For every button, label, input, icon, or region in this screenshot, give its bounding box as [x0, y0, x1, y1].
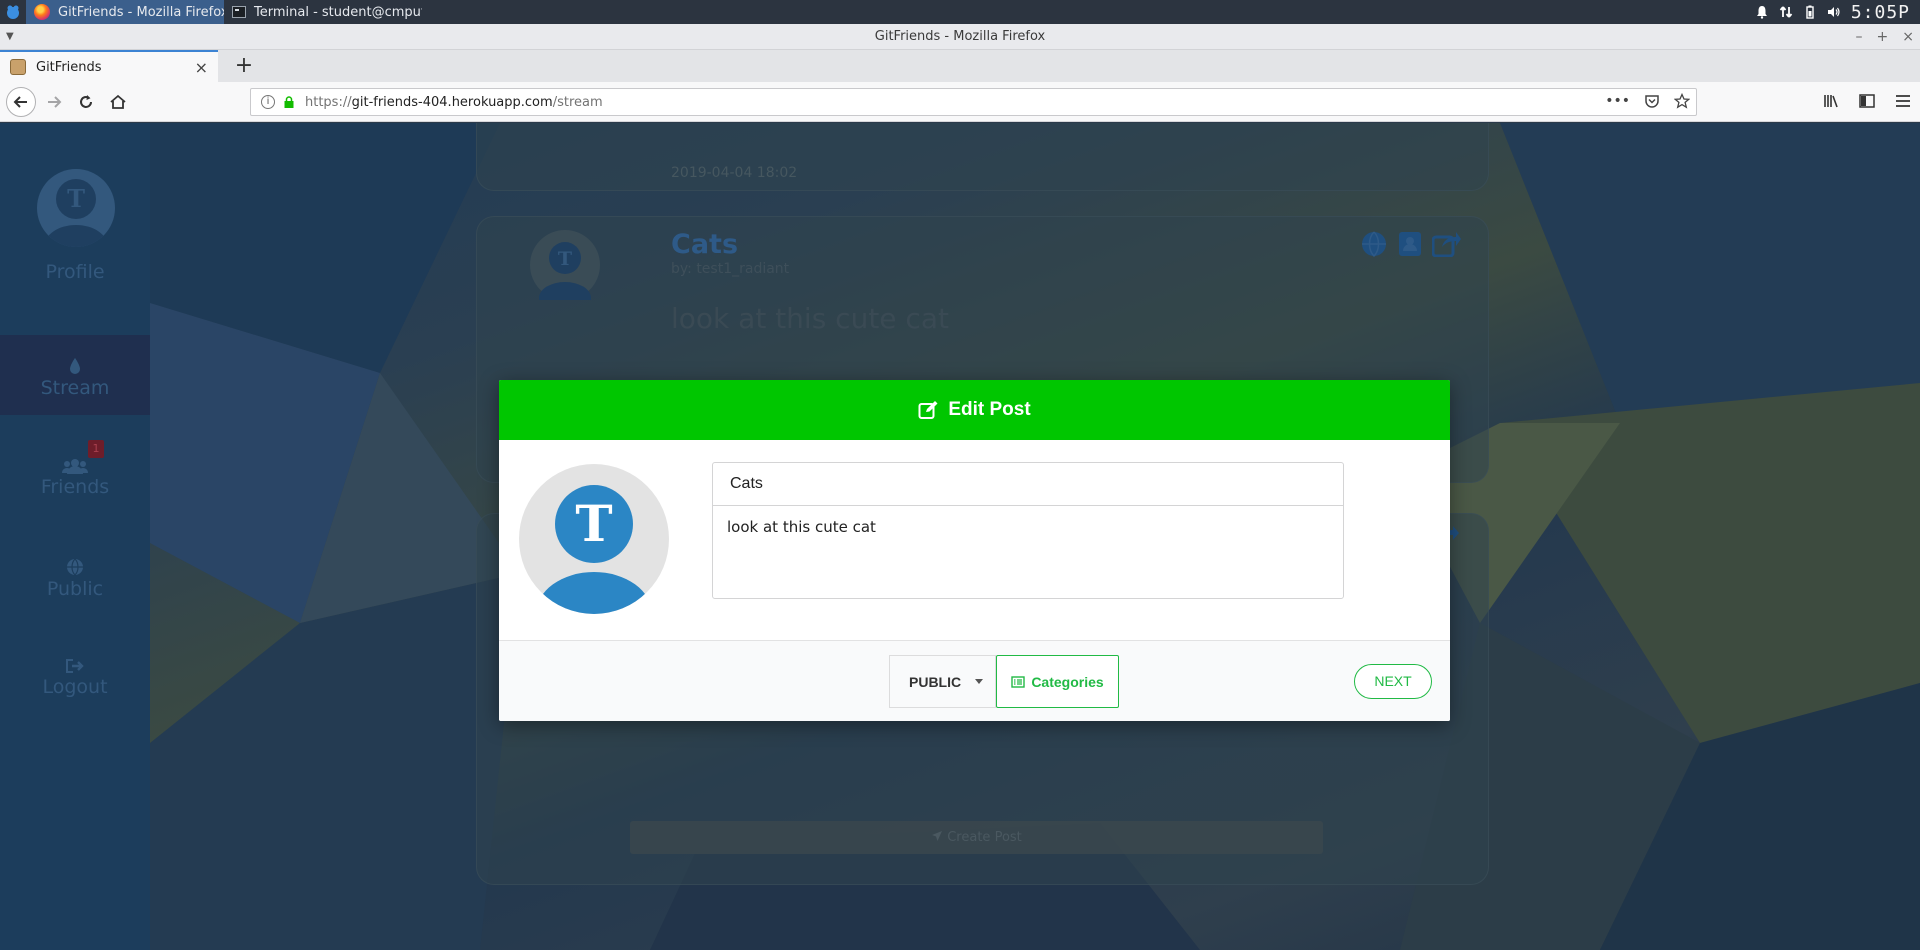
os-taskbar: GitFriends - Mozilla Firefox Terminal - …	[0, 0, 1920, 24]
close-window-icon[interactable]: ×	[1902, 24, 1914, 50]
back-button[interactable]	[6, 87, 36, 117]
post-content-textarea[interactable]: look at this cute cat	[712, 505, 1344, 599]
avatar-letter: T	[575, 494, 612, 553]
clock: 5:05P	[1850, 1, 1910, 23]
create-post-button[interactable]: Create Post	[630, 821, 1323, 854]
taskbar-task-label: Terminal - student@cmput40...	[254, 4, 422, 20]
taskbar-task-terminal[interactable]: Terminal - student@cmput40...	[224, 0, 422, 24]
avatar-letter: T	[558, 248, 572, 270]
lock-icon	[284, 96, 294, 108]
site-info-icon[interactable]: i	[261, 95, 275, 109]
modal-title: Edit Post	[948, 399, 1031, 420]
start-menu-button[interactable]	[0, 0, 26, 24]
home-icon	[110, 94, 126, 109]
dropdown-caret-icon	[975, 679, 984, 684]
maximize-icon[interactable]: +	[1877, 24, 1889, 50]
page-actions-icon[interactable]: •••	[1605, 93, 1630, 109]
network-icon[interactable]	[1779, 5, 1793, 19]
window-title: GitFriends - Mozilla Firefox	[874, 29, 1046, 44]
avatar-icon: T	[44, 179, 108, 247]
sidebar-item-label: Public	[46, 578, 104, 600]
url-host: git-friends-404.herokuapp.com	[351, 94, 553, 110]
pocket-icon[interactable]	[1644, 93, 1660, 109]
url-scheme: https://	[305, 94, 352, 110]
sidebar-item-profile[interactable]: Profile	[0, 261, 150, 283]
post-avatar[interactable]: T	[530, 230, 600, 300]
modal-header: Edit Post	[499, 380, 1450, 440]
bell-icon[interactable]	[1755, 5, 1769, 19]
terminal-icon	[232, 6, 246, 18]
url-bar[interactable]: i https://git-friends-404.herokuapp.com/…	[250, 88, 1697, 116]
post-author: by: test1_radiant	[671, 261, 790, 277]
sidebar-item-label: Profile	[45, 261, 105, 283]
system-tray: 5:05P	[1755, 0, 1920, 24]
visibility-value: PUBLIC	[909, 673, 962, 690]
home-button[interactable]	[104, 88, 132, 116]
sidebar-item-public[interactable]: Public	[0, 558, 150, 600]
sidebar-item-label: Friends	[40, 476, 110, 498]
library-icon[interactable]	[1822, 92, 1840, 110]
navigation-toolbar: i https://git-friends-404.herokuapp.com/…	[0, 82, 1920, 122]
arrow-left-icon	[13, 96, 27, 108]
categories-button[interactable]: Categories	[996, 655, 1119, 708]
sidebar-item-stream[interactable]: Stream	[0, 335, 150, 415]
post-title-input[interactable]	[712, 462, 1344, 506]
sidebar-item-label: Logout	[42, 676, 108, 698]
share-icon[interactable]	[1432, 231, 1462, 257]
tab-title: GitFriends	[36, 59, 102, 75]
profile-card-icon[interactable]	[1397, 231, 1423, 257]
create-post-label: Create Post	[947, 830, 1022, 845]
tab-gitfriends[interactable]: GitFriends ×	[0, 50, 218, 82]
bookmark-star-icon[interactable]	[1674, 93, 1690, 109]
post-card-previous: 2019-04-04 18:02	[476, 123, 1489, 191]
logout-icon	[66, 659, 84, 673]
next-button[interactable]: NEXT	[1354, 664, 1432, 699]
reload-icon	[80, 95, 92, 108]
battery-icon[interactable]	[1803, 5, 1817, 19]
sidebar-item-label: Stream	[40, 377, 110, 399]
sidebar-avatar[interactable]: T	[37, 169, 115, 247]
tab-bar: GitFriends × +	[0, 50, 1920, 82]
arrow-right-icon	[48, 96, 62, 108]
mouse-logo-icon	[7, 5, 19, 19]
volume-icon[interactable]	[1827, 5, 1841, 19]
author-avatar: T	[519, 464, 669, 614]
close-tab-icon[interactable]: ×	[195, 58, 208, 77]
paper-plane-icon	[932, 831, 943, 841]
list-icon	[1011, 675, 1026, 688]
edit-post-modal: Edit Post T look at this cute cat PUBLIC…	[499, 380, 1450, 721]
visibility-dropdown[interactable]: PUBLIC	[889, 655, 996, 708]
post-date: 2019-04-04 18:02	[671, 165, 798, 181]
modal-body: T look at this cute cat	[499, 440, 1450, 640]
favicon-icon	[10, 59, 26, 75]
forward-button[interactable]	[40, 88, 68, 116]
url-path: /stream	[552, 94, 603, 110]
taskbar-task-label: GitFriends - Mozilla Firefox	[58, 4, 224, 20]
categories-label: Categories	[1031, 673, 1104, 690]
globe-icon[interactable]	[1361, 231, 1387, 257]
new-tab-button[interactable]: +	[230, 52, 258, 80]
friends-notification-badge: 1	[88, 440, 104, 458]
avatar-icon: T	[536, 485, 652, 614]
hamburger-menu-icon[interactable]	[1894, 92, 1912, 110]
url-text: https://git-friends-404.herokuapp.com/st…	[305, 95, 603, 110]
sidebar-item-friends[interactable]: Friends	[0, 458, 150, 498]
sidebar-toggle-icon[interactable]	[1858, 92, 1876, 110]
globe-icon	[67, 558, 83, 576]
avatar-letter: T	[67, 184, 85, 213]
sidebar-item-logout[interactable]: Logout	[0, 658, 150, 698]
firefox-icon	[34, 4, 50, 20]
post-title: Cats	[671, 229, 739, 260]
taskbar-task-firefox[interactable]: GitFriends - Mozilla Firefox	[26, 0, 224, 24]
modal-footer: PUBLIC Categories NEXT	[499, 640, 1450, 721]
window-menu-icon[interactable]: ▼	[6, 24, 14, 50]
edit-icon	[918, 401, 938, 419]
window-titlebar: ▼ GitFriends - Mozilla Firefox – + ×	[0, 24, 1920, 50]
reload-button[interactable]	[72, 88, 100, 116]
users-icon	[62, 459, 88, 474]
minimize-icon[interactable]: –	[1856, 24, 1863, 50]
drop-icon	[70, 358, 80, 374]
sidebar: T Profile Stream Friends 1 Public Logout	[0, 123, 150, 950]
post-content: look at this cute cat	[671, 302, 949, 335]
